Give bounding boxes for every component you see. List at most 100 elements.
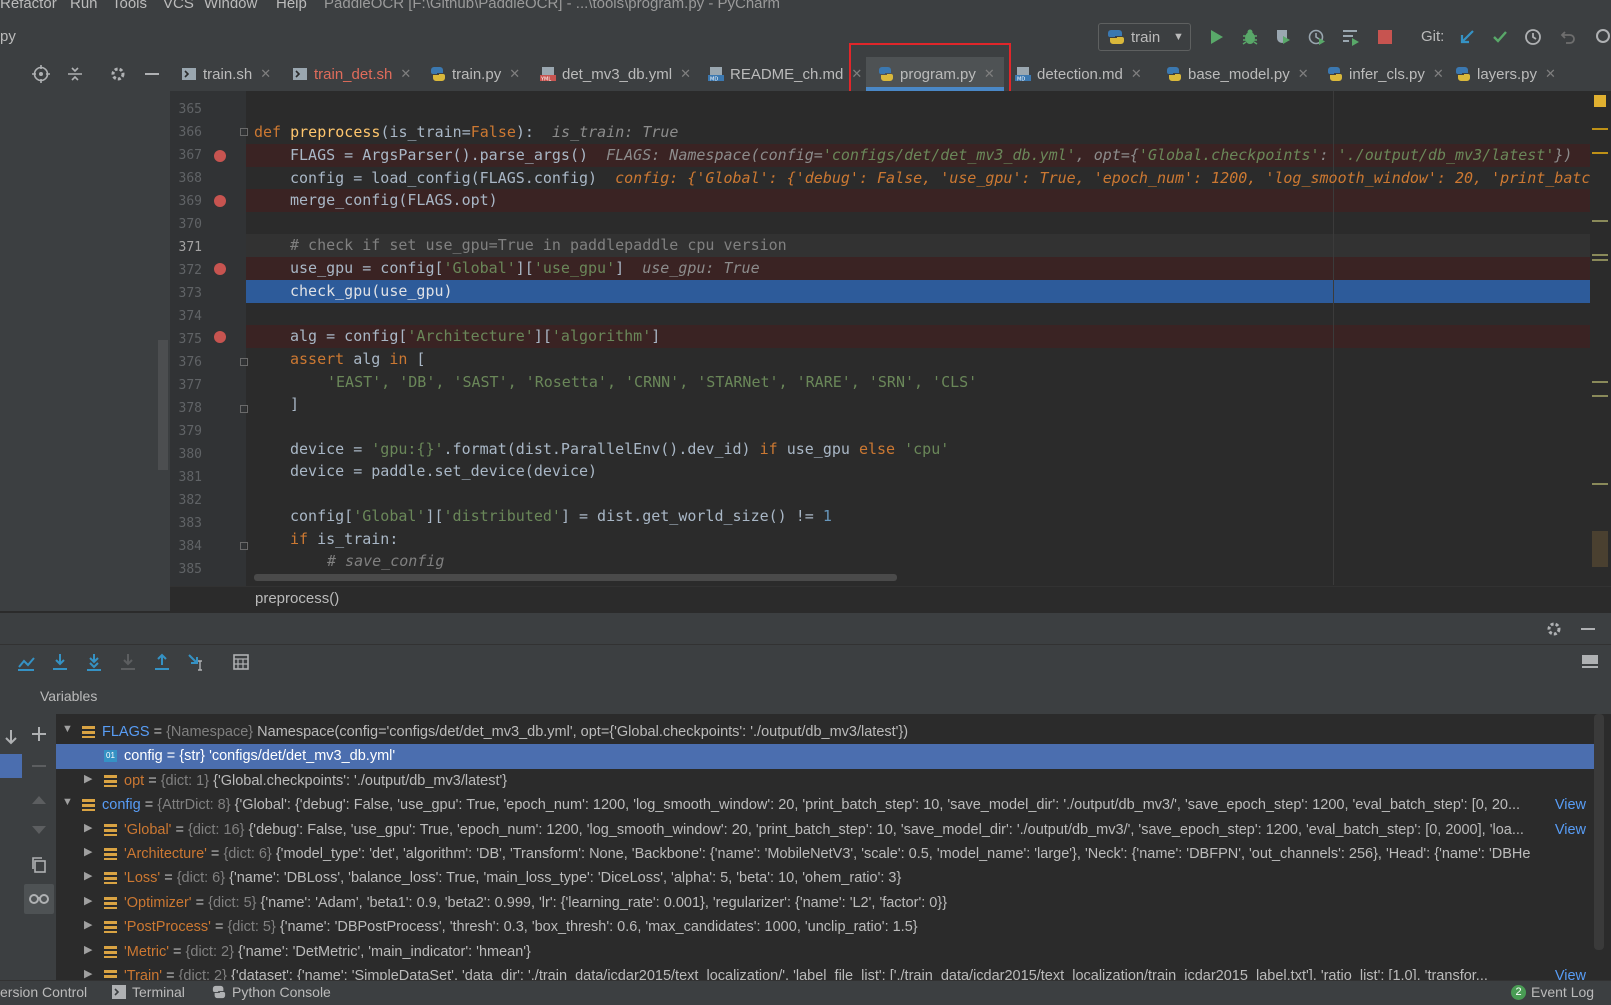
step-into-icon[interactable]	[83, 651, 105, 673]
close-icon[interactable]: ✕	[1433, 66, 1444, 82]
tab-detection-md[interactable]: MD detection.md ✕	[1015, 57, 1142, 91]
fold-marker-icon[interactable]	[240, 358, 248, 366]
run-to-cursor-icon[interactable]	[185, 651, 207, 673]
navigation-breadcrumb[interactable]: py	[0, 28, 16, 45]
git-commit-icon[interactable]	[1489, 26, 1511, 48]
variable-row[interactable]: ▼ config = {AttrDict: 8} {'Global': {'deb…	[56, 793, 1596, 818]
collapsed-arrow-icon[interactable]: ▶	[84, 845, 92, 858]
variable-row[interactable]: ▶ 'Metric' = {dict: 2} {'name': 'DetMetri…	[56, 940, 1596, 965]
breakpoint-icon[interactable]	[214, 263, 226, 275]
tab-infer-cls-py[interactable]: infer_cls.py ✕	[1327, 57, 1444, 91]
tab-readme-ch-md[interactable]: MD README_ch.md ✕	[708, 57, 862, 91]
collection-icon	[104, 872, 117, 885]
tab-base-model-py[interactable]: base_model.py ✕	[1166, 57, 1309, 91]
current-function-breadcrumb[interactable]: preprocess()	[255, 590, 339, 607]
locate-icon[interactable]	[30, 63, 52, 85]
fold-marker-icon[interactable]	[240, 405, 248, 413]
menu-run[interactable]: Run	[70, 0, 98, 12]
warning-indicator-icon[interactable]	[1594, 95, 1606, 107]
collapsed-arrow-icon[interactable]: ▶	[84, 821, 92, 834]
layout-icon[interactable]	[1579, 651, 1601, 673]
variable-row[interactable]: ▶ opt = {dict: 1} {'Global.checkpoints': …	[56, 769, 1596, 794]
debug-icon[interactable]	[1239, 26, 1261, 48]
tab-train-det-sh[interactable]: train_det.sh ✕	[292, 57, 411, 91]
run-configuration-select[interactable]: train ▼	[1098, 23, 1191, 51]
collapsed-arrow-icon[interactable]: ▶	[84, 894, 92, 907]
evaluate-expression-icon[interactable]	[230, 651, 252, 673]
menu-vcs[interactable]: VCS	[163, 0, 194, 12]
event-log-tool-button[interactable]: 2 Event Log	[1511, 984, 1594, 1000]
move-down-icon[interactable]	[28, 820, 50, 842]
close-icon[interactable]: ✕	[260, 66, 271, 82]
tab-train-sh[interactable]: train.sh ✕	[181, 57, 271, 91]
close-icon[interactable]: ✕	[509, 66, 520, 82]
tab-det-mv3-db-yml[interactable]: YML det_mv3_db.yml ✕	[540, 57, 691, 91]
run-icon[interactable]	[1205, 26, 1227, 48]
git-update-icon[interactable]	[1456, 26, 1478, 48]
editor-gutter[interactable]	[170, 91, 246, 611]
collapse-all-icon[interactable]	[64, 63, 86, 85]
minimize-icon[interactable]	[1577, 618, 1599, 640]
arrow-down-icon[interactable]	[0, 726, 22, 748]
variable-row[interactable]: ▶ 'Optimizer' = {dict: 5} {'name': 'Adam'…	[56, 891, 1596, 916]
menu-help[interactable]: Help	[276, 0, 307, 12]
close-icon[interactable]: ✕	[680, 66, 691, 82]
minimize-icon[interactable]	[141, 63, 163, 85]
gear-icon[interactable]	[1543, 618, 1565, 640]
variable-row[interactable]: 01 config = {str} 'configs/det/det_mv3_db…	[56, 744, 1596, 770]
close-icon[interactable]: ✕	[1131, 66, 1142, 82]
breakpoint-icon[interactable]	[214, 195, 226, 207]
show-watches-toggle[interactable]	[24, 884, 54, 914]
breakpoint-icon[interactable]	[214, 150, 226, 162]
tab-layers-py[interactable]: layers.py ✕	[1455, 57, 1556, 91]
profile-icon[interactable]	[1306, 26, 1328, 48]
step-over-icon[interactable]	[49, 651, 71, 673]
remove-watch-icon[interactable]	[28, 755, 50, 777]
variables-scrollbar[interactable]	[1594, 714, 1604, 950]
variable-row[interactable]: ▶ 'Global' = {dict: 16} {'debug': False, …	[56, 818, 1596, 843]
version-control-tool-button[interactable]: ersion Control	[0, 984, 87, 1000]
close-icon[interactable]: ✕	[1545, 66, 1556, 82]
view-link[interactable]: View	[1550, 821, 1586, 838]
collapsed-arrow-icon[interactable]: ▶	[84, 967, 92, 980]
menu-refactor[interactable]: Refactor	[0, 0, 57, 12]
menu-window[interactable]: Window	[204, 0, 257, 12]
menu-tools[interactable]: Tools	[112, 0, 147, 12]
rollback-icon[interactable]	[1557, 26, 1579, 48]
collapsed-arrow-icon[interactable]: ▶	[84, 943, 92, 956]
gear-icon[interactable]	[107, 63, 129, 85]
breakpoint-icon[interactable]	[214, 331, 226, 343]
variable-row[interactable]: ▶ 'PostProcess' = {dict: 5} {'name': 'DBP…	[56, 915, 1596, 940]
variable-row[interactable]: ▼ FLAGS = {Namespace} Namespace(config='c…	[56, 720, 1596, 745]
fold-marker-icon[interactable]	[240, 128, 248, 136]
search-icon[interactable]	[1593, 26, 1611, 48]
close-icon[interactable]: ✕	[1298, 66, 1309, 82]
collapsed-arrow-icon[interactable]: ▶	[84, 772, 92, 785]
move-up-icon[interactable]	[28, 788, 50, 810]
close-icon[interactable]: ✕	[400, 66, 411, 82]
step-into-my-code-icon[interactable]	[117, 651, 139, 673]
python-console-tool-button[interactable]: Python Console	[212, 984, 331, 1000]
variable-row[interactable]: ▶ 'Loss' = {dict: 6} {'name': 'DBLoss', '…	[56, 866, 1596, 891]
collapsed-arrow-icon[interactable]: ▶	[84, 869, 92, 882]
variable-row[interactable]: ▶ 'Architecture' = {dict: 6} {'model_type…	[56, 842, 1596, 867]
error-stripe[interactable]	[1590, 91, 1611, 611]
concurrency-diagram-icon[interactable]	[1340, 26, 1362, 48]
view-link[interactable]: View	[1550, 797, 1586, 814]
project-scrollbar[interactable]	[158, 340, 168, 470]
expanded-arrow-icon[interactable]: ▼	[62, 723, 73, 735]
frames-selection-marker[interactable]	[0, 754, 22, 778]
history-icon[interactable]	[1522, 26, 1544, 48]
editor-horizontal-scrollbar[interactable]	[254, 574, 897, 581]
run-with-coverage-icon[interactable]	[1272, 26, 1294, 48]
expanded-arrow-icon[interactable]: ▼	[62, 796, 73, 808]
fold-marker-icon[interactable]	[240, 542, 248, 550]
step-out-icon[interactable]	[151, 651, 173, 673]
add-watch-icon[interactable]	[28, 723, 50, 745]
copy-icon[interactable]	[28, 854, 50, 876]
stop-icon[interactable]	[1374, 26, 1396, 48]
terminal-tool-button[interactable]: Terminal	[112, 984, 185, 1000]
show-execution-point-icon[interactable]	[15, 651, 37, 673]
collapsed-arrow-icon[interactable]: ▶	[84, 918, 92, 931]
tab-train-py[interactable]: train.py ✕	[430, 57, 520, 91]
